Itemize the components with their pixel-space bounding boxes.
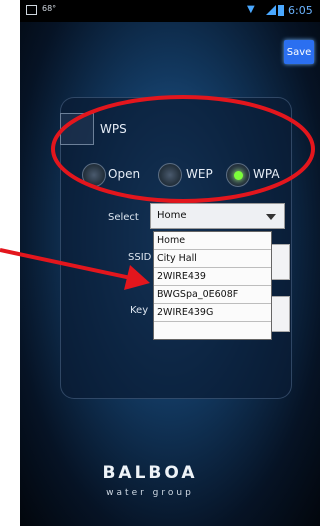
signal-icon <box>266 5 276 15</box>
menu-item-city-hall[interactable]: City Hall <box>154 250 271 268</box>
menu-item-home[interactable]: Home <box>154 232 271 250</box>
brand-tagline: water group <box>106 488 194 498</box>
wifi-icon: ▼ <box>247 4 255 15</box>
radio-open[interactable] <box>82 163 106 187</box>
battery-icon <box>278 5 284 16</box>
menu-item-2wire439[interactable]: 2WIRE439 <box>154 268 271 286</box>
ssid-label: SSID <box>128 252 152 263</box>
image-icon <box>26 5 37 15</box>
menu-item-2wire439g[interactable]: 2WIRE439G <box>154 304 271 322</box>
network-select-value: Home <box>157 210 187 221</box>
key-label: Key <box>130 305 149 316</box>
select-label: Select <box>108 212 139 223</box>
wps-label: WPS <box>100 122 127 136</box>
radio-wpa[interactable] <box>226 163 250 187</box>
key-field[interactable] <box>270 296 290 332</box>
network-dropdown-menu: Home City Hall 2WIRE439 BWGSpa_0E608F 2W… <box>153 231 272 340</box>
radio-wep[interactable] <box>158 163 182 187</box>
radio-wpa-label: WPA <box>253 167 280 181</box>
menu-item-bwgspa[interactable]: BWGSpa_0E608F <box>154 286 271 304</box>
wps-checkbox[interactable] <box>60 113 94 145</box>
brand-logo: BALBOA <box>102 463 198 483</box>
chevron-down-icon <box>266 214 276 220</box>
radio-wep-label: WEP <box>186 167 213 181</box>
radio-open-label: Open <box>108 167 141 181</box>
status-bar: 68° ▼ 6:05 <box>20 0 320 22</box>
ssid-field[interactable] <box>270 244 290 280</box>
network-select[interactable]: Home <box>150 203 285 229</box>
save-button[interactable]: Save <box>284 40 314 64</box>
status-left-text: 68° <box>42 4 57 13</box>
status-clock: 6:05 <box>288 4 313 17</box>
